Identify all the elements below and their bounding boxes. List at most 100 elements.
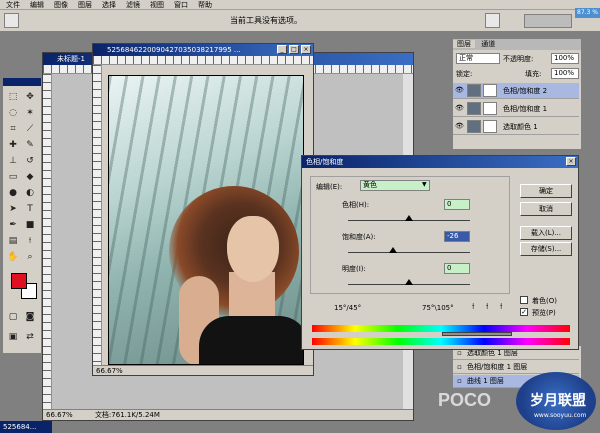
- save-button[interactable]: 存储(S)...: [520, 242, 572, 256]
- range-right-label: 75°\105°: [422, 304, 454, 312]
- foreground-color-swatch[interactable]: [11, 273, 27, 289]
- load-button[interactable]: 载入(L)...: [520, 226, 572, 240]
- site-url-text: www.sooyuu.com: [534, 412, 587, 419]
- layer-name: 色相/饱和度 1: [503, 105, 548, 113]
- menu-filter[interactable]: 滤镜: [126, 0, 140, 10]
- opacity-label: 不透明度:: [503, 55, 534, 63]
- dialog-title[interactable]: 色相/饱和度: [302, 156, 578, 168]
- history-brush-tool-icon[interactable]: ↺: [23, 154, 37, 168]
- zoom-overlay: 87.3 %: [575, 8, 600, 18]
- layer-thumbnail: [467, 120, 481, 133]
- colorize-label: 着色(O): [532, 297, 557, 305]
- chevron-down-icon[interactable]: ▼: [422, 181, 427, 188]
- colorize-checkbox[interactable]: [520, 296, 528, 304]
- eyedropper-icon[interactable]: ⟊: [472, 302, 474, 312]
- tool-preset-button[interactable]: [4, 13, 19, 28]
- history-state-icon: ▫: [457, 363, 462, 371]
- dialog-close-button[interactable]: ×: [566, 157, 576, 166]
- cancel-button[interactable]: 取消: [520, 202, 572, 216]
- menu-file[interactable]: 文件: [6, 0, 20, 10]
- hue-input[interactable]: 0: [444, 199, 470, 210]
- photo-canvas[interactable]: [108, 75, 304, 365]
- quick-mask-icon[interactable]: ◙: [23, 310, 37, 324]
- pen-tool-icon[interactable]: ✒: [6, 218, 20, 232]
- photo-horizontal-ruler: [93, 56, 313, 65]
- preview-checkbox[interactable]: ✓: [520, 308, 528, 316]
- tab-channels[interactable]: 通道: [477, 40, 499, 48]
- eye-icon[interactable]: 👁: [455, 86, 464, 95]
- slice-tool-icon[interactable]: ⟋: [23, 122, 37, 136]
- background-document-status: 66.67% 文档:761.1K/5.24M: [43, 409, 413, 419]
- layer-row[interactable]: 👁 色相/饱和度 1: [453, 101, 579, 117]
- toolbox-header[interactable]: [3, 78, 41, 86]
- clone-stamp-tool-icon[interactable]: ⊥: [6, 154, 20, 168]
- move-tool-icon[interactable]: ✥: [23, 90, 37, 104]
- lightness-slider-thumb[interactable]: [405, 279, 413, 285]
- burn-tool-icon[interactable]: ◐: [23, 186, 37, 200]
- lasso-tool-icon[interactable]: ◌: [6, 106, 20, 120]
- standard-mode-icon[interactable]: ▢: [6, 310, 20, 324]
- eyedropper-plus-icon[interactable]: ⟊: [486, 302, 488, 312]
- edit-label: 编辑(E):: [316, 183, 343, 191]
- tab-layers[interactable]: 图层: [453, 40, 475, 48]
- type-tool-icon[interactable]: T: [23, 202, 37, 216]
- screen-mode-icon[interactable]: ▣: [6, 330, 20, 344]
- history-state-icon: ▫: [457, 349, 462, 357]
- paint-bucket-tool-icon[interactable]: ◆: [23, 170, 37, 184]
- maximize-button[interactable]: □: [289, 45, 299, 54]
- options-bar: 当前工具没有选项。: [0, 10, 600, 32]
- menu-help[interactable]: 帮助: [198, 0, 212, 10]
- saturation-input[interactable]: -26: [444, 231, 470, 242]
- menu-image[interactable]: 图像: [54, 0, 68, 10]
- adjust-group: [310, 176, 510, 294]
- crop-tool-icon[interactable]: ⌗: [6, 122, 20, 136]
- zoom-tool-icon[interactable]: ⌕: [23, 250, 37, 264]
- minimized-document-tab[interactable]: 525684...: [0, 421, 52, 433]
- layer-row[interactable]: 👁 色相/饱和度 2: [453, 83, 579, 99]
- layer-row[interactable]: 👁 选取颜色 1: [453, 119, 579, 135]
- site-watermark-text: 岁月联盟: [530, 393, 586, 409]
- toolbox: ⬚ ✥ ◌ ✶ ⌗ ⟋ ✚ ✎ ⊥ ↺ ▭ ◆ ● ◐ ➤ T ✒ ■ ▤ ⟊ …: [2, 77, 42, 354]
- dodge-tool-icon[interactable]: ●: [6, 186, 20, 200]
- saturation-label: 饱和度(A):: [342, 233, 376, 241]
- blend-mode-select[interactable]: 正常: [456, 53, 500, 64]
- brush-tool-icon[interactable]: ✎: [23, 138, 37, 152]
- marquee-tool-icon[interactable]: ⬚: [6, 90, 20, 104]
- healing-brush-tool-icon[interactable]: ✚: [6, 138, 20, 152]
- hue-slider-thumb[interactable]: [405, 215, 413, 221]
- shape-tool-icon[interactable]: ■: [23, 218, 37, 232]
- color-range-bar[interactable]: [442, 332, 512, 336]
- eyedropper-minus-icon[interactable]: ⟊: [500, 302, 502, 312]
- eyedropper-tool-icon[interactable]: ⟊: [23, 234, 37, 248]
- menu-select[interactable]: 选择: [102, 0, 116, 10]
- eye-icon[interactable]: 👁: [455, 122, 464, 131]
- brush-palette-icon[interactable]: [485, 13, 500, 28]
- saturation-slider-thumb[interactable]: [389, 247, 398, 253]
- menu-view[interactable]: 视图: [150, 0, 164, 10]
- close-button[interactable]: ×: [301, 45, 311, 54]
- minimize-button[interactable]: _: [277, 45, 287, 54]
- face: [227, 216, 279, 282]
- menu-bar: 文件 编辑 图像 图层 选择 滤镜 视图 窗口 帮助: [0, 0, 600, 10]
- path-selection-tool-icon[interactable]: ➤: [6, 202, 20, 216]
- ok-button[interactable]: 确定: [520, 184, 572, 198]
- notes-tool-icon[interactable]: ▤: [6, 234, 20, 248]
- saturation-slider-track[interactable]: [348, 252, 470, 253]
- preview-label: 预览(P): [532, 309, 556, 317]
- jump-to-imageready-icon[interactable]: ⇄: [23, 330, 37, 344]
- edit-channel-select[interactable]: 黄色: [360, 180, 430, 191]
- menu-window[interactable]: 窗口: [174, 0, 188, 10]
- menu-edit[interactable]: 编辑: [30, 0, 44, 10]
- hand-tool-icon[interactable]: ✋: [6, 250, 20, 264]
- layer-name: 选取颜色 1: [503, 123, 538, 131]
- range-left-label: 15°/45°: [334, 304, 362, 312]
- opacity-input[interactable]: 100%: [551, 53, 579, 64]
- palette-well[interactable]: [524, 14, 572, 28]
- lightness-input[interactable]: 0: [444, 263, 470, 274]
- fill-input[interactable]: 100%: [551, 68, 579, 79]
- magic-wand-tool-icon[interactable]: ✶: [23, 106, 37, 120]
- eye-icon[interactable]: 👁: [455, 104, 464, 113]
- layer-thumbnail: [467, 102, 481, 115]
- menu-layer[interactable]: 图层: [78, 0, 92, 10]
- eraser-tool-icon[interactable]: ▭: [6, 170, 20, 184]
